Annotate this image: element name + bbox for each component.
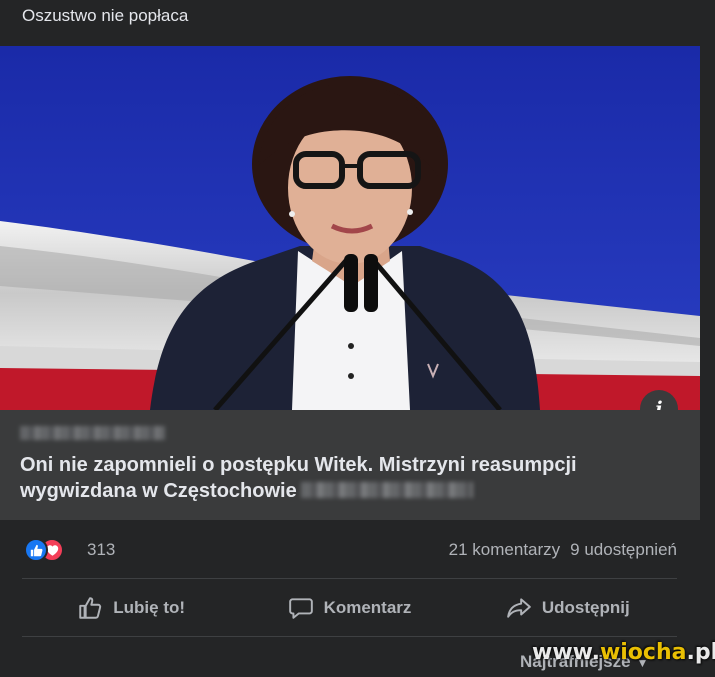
reactions-row: 313 21 komentarzy 9 udostępnień (24, 536, 677, 564)
share-icon (507, 598, 531, 618)
share-button[interactable]: Udostępnij (459, 582, 677, 634)
share-button-label: Udostępnij (541, 598, 630, 617)
watermark-suffix: .pl (686, 640, 715, 665)
shares-count[interactable]: 9 udostępnień (570, 540, 677, 559)
watermark-brand: wiocha (599, 640, 687, 665)
watermark-prefix: www. (532, 640, 600, 665)
link-title-text: Oni nie zapomnieli o postępku Witek. Mis… (20, 454, 577, 502)
reaction-count[interactable]: 313 (87, 540, 115, 560)
divider (22, 578, 677, 579)
like-button[interactable]: Lubię to! (22, 582, 240, 634)
link-preview-card[interactable]: i Oni nie zapomnieli o postępku Witek. M… (0, 46, 700, 520)
post-text: Oszustwo nie popłaca (22, 6, 189, 25)
comment-button[interactable]: Komentarz (240, 582, 458, 634)
like-button-label: Lubię to! (113, 598, 186, 617)
link-domain-blurred (20, 426, 165, 440)
comment-icon (288, 598, 313, 619)
like-icon (24, 538, 48, 562)
comment-button-label: Komentarz (323, 598, 412, 617)
reaction-icons[interactable] (24, 538, 76, 562)
link-preview-image[interactable]: i (0, 46, 700, 410)
link-title[interactable]: Oni nie zapomnieli o postępku Witek. Mis… (20, 452, 680, 504)
watermark: www.wiocha.pl (532, 640, 715, 665)
thumbs-up-icon (79, 597, 102, 619)
comments-count[interactable]: 21 komentarzy (449, 540, 561, 559)
post-actions: Lubię to! Komentarz Udostępnij (22, 582, 677, 634)
divider (22, 636, 677, 637)
link-source-blurred (300, 482, 473, 498)
post-stats: 21 komentarzy 9 udostępnień (449, 540, 677, 560)
